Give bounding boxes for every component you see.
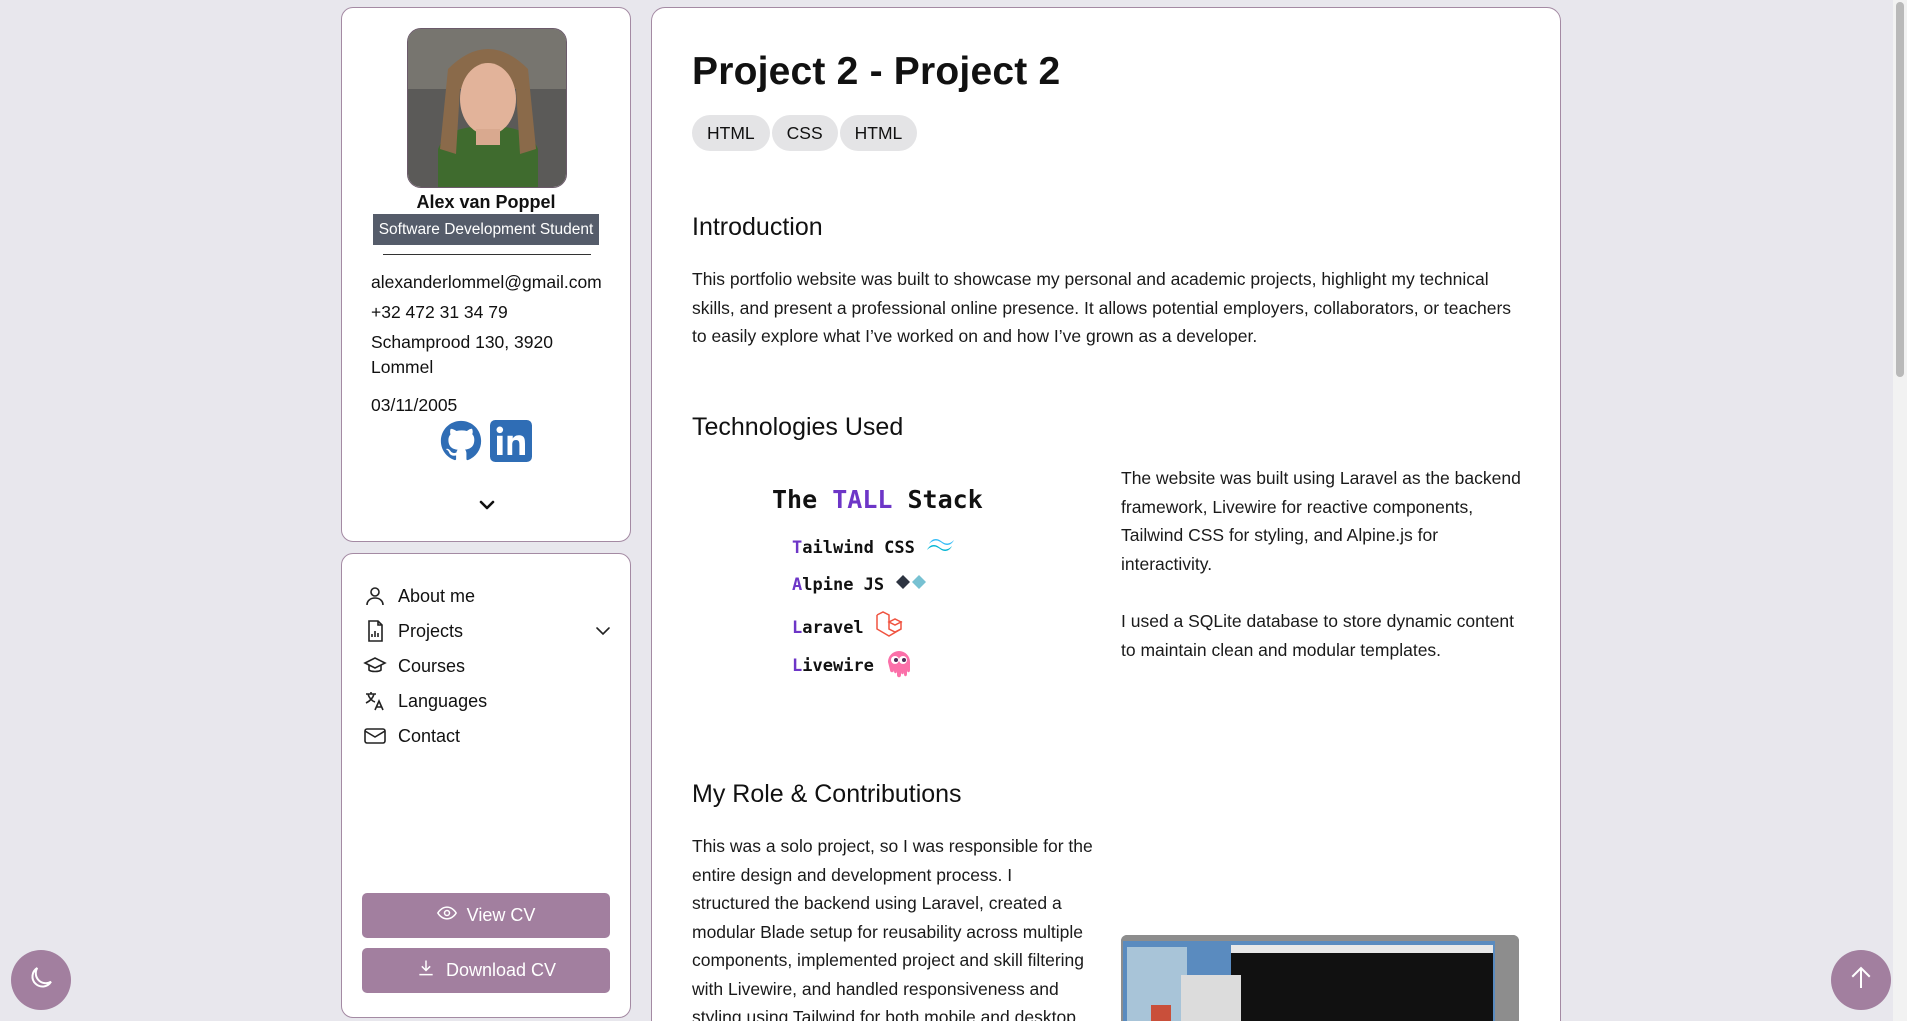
dark-mode-toggle[interactable] (11, 950, 71, 1010)
address-line-1: Schamprood 130, 3920 (371, 332, 553, 352)
moon-icon (26, 963, 56, 998)
tag: CSS (771, 115, 838, 151)
sidebar-item-contact[interactable]: Contact (363, 722, 613, 750)
avatar (407, 28, 567, 188)
tall-row-laravel: Laravel (792, 610, 904, 645)
translate-icon (363, 689, 387, 713)
arrow-up-icon (1846, 963, 1876, 998)
github-icon[interactable] (440, 420, 482, 462)
sidebar-item-label: Projects (398, 620, 464, 641)
chevron-down-icon[interactable] (477, 495, 497, 515)
livewire-icon (884, 648, 914, 683)
birthdate-text: 03/11/2005 (371, 395, 458, 415)
user-icon (363, 584, 387, 608)
sidebar-item-courses[interactable]: Courses (363, 652, 613, 680)
download-cv-button[interactable]: Download CV (362, 948, 610, 993)
tall-row-tailwind: Tailwind CSS (792, 535, 959, 560)
sidebar-item-label: Languages (398, 690, 488, 711)
scrollbar[interactable] (1893, 0, 1907, 1021)
view-cv-label: View CV (466, 905, 536, 925)
role-text: This was a solo project, so I was respon… (692, 836, 1093, 1021)
tech-heading: Technologies Used (692, 413, 904, 441)
email-text: alexanderlommel@gmail.com (371, 272, 602, 292)
sidebar-nav: About me Projects Courses Languages Cont… (341, 553, 631, 1018)
phone-text: +32 472 31 34 79 (371, 302, 508, 322)
graduation-cap-icon (363, 654, 387, 678)
tag-list: HTML CSS HTML (692, 115, 918, 151)
scroll-to-top-button[interactable] (1831, 950, 1891, 1010)
tall-title: The TALL Stack (772, 485, 983, 514)
sidebar-item-about-me[interactable]: About me (363, 582, 613, 610)
profile-card: Alex van Poppel Software Development Stu… (341, 7, 631, 542)
main-content: Project 2 - Project 2 HTML CSS HTML Intr… (651, 7, 1561, 1021)
intro-heading: Introduction (692, 213, 823, 241)
tech-text: The website was built using Laravel as t… (1121, 468, 1521, 574)
sidebar-item-label: Contact (398, 725, 461, 746)
social-links (342, 420, 630, 462)
profile-name: Alex van Poppel (416, 192, 556, 212)
linkedin-icon[interactable] (490, 420, 532, 462)
project-screenshot[interactable] (1121, 935, 1519, 1021)
tall-row-livewire: Livewire (792, 648, 914, 683)
role-badge: Software Development Student (373, 214, 599, 245)
alpine-icon (894, 573, 932, 596)
mail-icon (363, 724, 387, 748)
tag: HTML (839, 115, 918, 151)
page-title: Project 2 - Project 2 (692, 50, 1061, 93)
sidebar-item-label: About me (398, 585, 476, 606)
tailwind-icon (925, 535, 959, 560)
tall-stack-image: The TALL Stack Tailwind CSS Alpine JS La… (772, 485, 1012, 685)
download-icon (416, 958, 436, 983)
view-cv-button[interactable]: View CV (362, 893, 610, 938)
eye-icon (436, 903, 457, 928)
sidebar-item-label: Courses (398, 655, 466, 676)
divider (383, 254, 591, 255)
sidebar-item-projects[interactable]: Projects (363, 617, 613, 645)
intro-text: This portfolio website was built to show… (692, 269, 1512, 346)
tech-text-2: I used a SQLite database to store dynami… (1121, 611, 1515, 660)
role-heading: My Role & Contributions (692, 780, 962, 808)
address-line-2: Lommel (371, 357, 434, 377)
chevron-down-icon[interactable] (593, 621, 613, 641)
download-cv-label: Download CV (445, 960, 557, 980)
laravel-icon (874, 610, 904, 645)
sidebar-item-languages[interactable]: Languages (363, 687, 613, 715)
report-icon (363, 619, 387, 643)
scrollbar-thumb[interactable] (1896, 2, 1904, 377)
tag: HTML (692, 115, 770, 151)
tall-row-alpine: Alpine JS (792, 573, 932, 596)
